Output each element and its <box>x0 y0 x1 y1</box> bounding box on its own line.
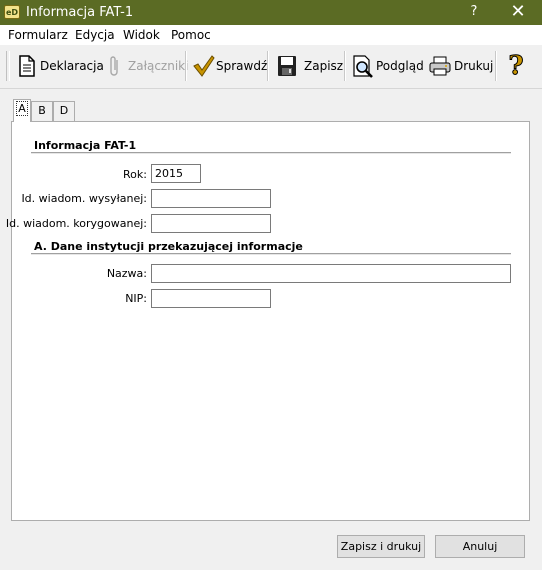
toolbar-separator <box>267 51 269 81</box>
drukuj-label: Drukuj <box>454 59 494 73</box>
tab-b[interactable]: B <box>31 101 53 121</box>
nazwa-label: Nazwa: <box>106 267 147 280</box>
id-korygowanej-field[interactable] <box>151 214 271 233</box>
podglad-button[interactable]: Podgląd <box>352 51 424 81</box>
zalaczniki-button[interactable]: Załączniki <box>104 51 188 81</box>
menu-widok[interactable]: Widok <box>123 28 160 42</box>
toolbar-separator <box>495 51 497 81</box>
nazwa-field[interactable] <box>151 264 511 283</box>
section-title-dane-instytucji: A. Dane instytucji przekazującej informa… <box>34 240 303 253</box>
tab-d[interactable]: D <box>53 101 75 121</box>
id-wyslanej-field[interactable] <box>151 189 271 208</box>
deklaracja-button[interactable]: Deklaracja <box>16 51 104 81</box>
section-divider <box>31 253 511 255</box>
document-icon <box>16 54 38 78</box>
app-icon: eD <box>4 5 20 19</box>
help-button[interactable]: ? <box>504 51 530 81</box>
zalaczniki-label: Załączniki <box>128 59 189 73</box>
id-korygowanej-label: Id. wiadom. korygowanej: <box>5 217 147 230</box>
tab-a-label: A <box>16 101 28 116</box>
cancel-button[interactable]: Anuluj <box>435 535 525 558</box>
drukuj-button[interactable]: Drukuj <box>428 51 493 81</box>
rok-field[interactable]: 2015 <box>151 164 201 183</box>
sprawdz-label: Sprawdź <box>216 59 268 73</box>
rok-label: Rok: <box>123 168 147 181</box>
zapisz-label: Zapisz <box>304 59 344 73</box>
toolbar-grip[interactable] <box>6 51 10 81</box>
menu-bar: Formularz Edycja Widok Pomoc <box>0 25 542 45</box>
sprawdz-button[interactable]: Sprawdź <box>192 51 267 81</box>
nip-label: NIP: <box>125 292 147 305</box>
tab-a[interactable]: A <box>13 99 31 122</box>
paperclip-icon <box>104 54 126 78</box>
floppy-disk-icon <box>276 54 298 78</box>
toolbar: Deklaracja Załączniki Sprawdź Zapisz Pod… <box>0 45 542 89</box>
zapisz-button[interactable]: Zapisz <box>276 51 343 81</box>
menu-pomoc[interactable]: Pomoc <box>171 28 211 42</box>
title-help-button[interactable]: ? <box>464 4 484 19</box>
checkmark-icon <box>192 54 215 78</box>
toolbar-separator <box>185 51 187 81</box>
window-title: Informacja FAT-1 <box>26 5 134 20</box>
title-bar[interactable]: eD Informacja FAT-1 ? ✕ <box>0 0 542 25</box>
save-and-print-button[interactable]: Zapisz i drukuj <box>337 535 425 558</box>
toolbar-separator <box>344 51 346 81</box>
form-panel <box>11 121 530 521</box>
deklaracja-label: Deklaracja <box>40 59 104 73</box>
podglad-label: Podgląd <box>376 59 424 73</box>
section-divider <box>31 152 511 154</box>
id-wyslanej-label: Id. wiadom. wysyłanej: <box>21 192 147 205</box>
menu-formularz[interactable]: Formularz <box>8 28 68 42</box>
magnifier-icon <box>352 54 374 78</box>
nip-field[interactable] <box>151 289 271 308</box>
section-title-informacja: Informacja FAT-1 <box>34 139 137 152</box>
printer-icon <box>428 54 452 78</box>
question-mark-icon: ? <box>508 51 524 81</box>
menu-edycja[interactable]: Edycja <box>75 28 115 42</box>
close-button[interactable]: ✕ <box>506 1 530 23</box>
